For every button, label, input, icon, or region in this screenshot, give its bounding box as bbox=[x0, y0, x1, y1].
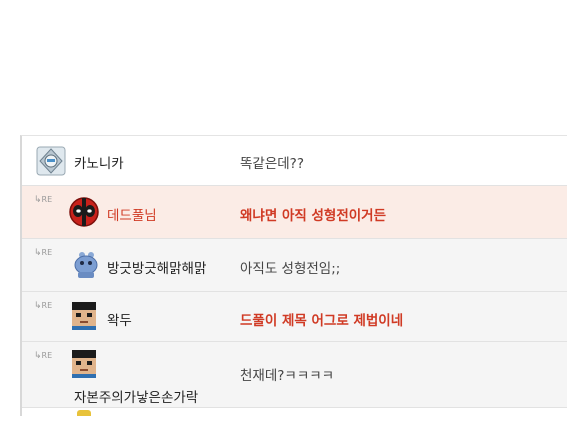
comment-nickname[interactable]: 카노니카 bbox=[74, 152, 124, 172]
reply-arrow-icon: ↳ bbox=[34, 195, 42, 205]
reply-arrow-icon: ↳ bbox=[34, 351, 42, 361]
comment-row: ↳RE 왁두 드풀이 제목 어그로 제법이네 bbox=[22, 292, 567, 342]
reply-indicator: ↳RE bbox=[34, 351, 52, 361]
comment-row: 카노니카 똑같은데?? bbox=[22, 136, 567, 186]
comment-row: ↳RE 데드풀님 왜냐면 아직 성형전이거든 bbox=[22, 186, 567, 239]
comment-message: 드풀이 제목 어그로 제법이네 bbox=[240, 313, 404, 329]
comment-row: ↳RE 방긋방긋해맑해맑 아직도 성형전임;; bbox=[22, 239, 567, 292]
reply-tag: RE bbox=[41, 301, 53, 310]
deadpool-mask-avatar-icon[interactable] bbox=[69, 197, 99, 227]
comment-nickname[interactable]: 자본주의가낳은손가락 bbox=[74, 386, 198, 406]
next-avatar-edge bbox=[77, 410, 91, 416]
blue-creature-avatar-icon[interactable] bbox=[71, 250, 101, 280]
reply-tag: RE bbox=[41, 248, 53, 257]
reply-tag: RE bbox=[41, 195, 53, 204]
comment-list: 카노니카 똑같은데?? ↳RE 데드풀님 왜냐면 아직 성형전이거든 ↳RE 방… bbox=[20, 135, 567, 416]
comment-row: ↳RE 자본주의가낳은손가락 천재데?ㅋㅋㅋㅋ bbox=[22, 342, 567, 408]
reply-arrow-icon: ↳ bbox=[34, 301, 42, 311]
pixel-face-avatar-icon[interactable] bbox=[69, 300, 99, 330]
robot-knight-avatar-icon[interactable] bbox=[36, 146, 66, 176]
reply-tag: RE bbox=[41, 351, 53, 360]
comment-message: 아직도 성형전임;; bbox=[240, 261, 341, 277]
comment-nickname[interactable]: 왁두 bbox=[107, 309, 132, 329]
reply-indicator: ↳RE bbox=[34, 248, 52, 258]
reply-indicator: ↳RE bbox=[34, 195, 52, 205]
comment-message: 똑같은데?? bbox=[240, 156, 305, 172]
pixel-face-avatar-icon[interactable] bbox=[69, 348, 99, 378]
reply-indicator: ↳RE bbox=[34, 301, 52, 311]
comment-nickname[interactable]: 데드풀님 bbox=[107, 204, 157, 224]
comment-nickname[interactable]: 방긋방긋해맑해맑 bbox=[107, 257, 206, 277]
comment-message: 왜냐면 아직 성형전이거든 bbox=[240, 208, 387, 224]
reply-arrow-icon: ↳ bbox=[34, 248, 42, 258]
comment-message: 천재데?ㅋㅋㅋㅋ bbox=[240, 368, 335, 384]
